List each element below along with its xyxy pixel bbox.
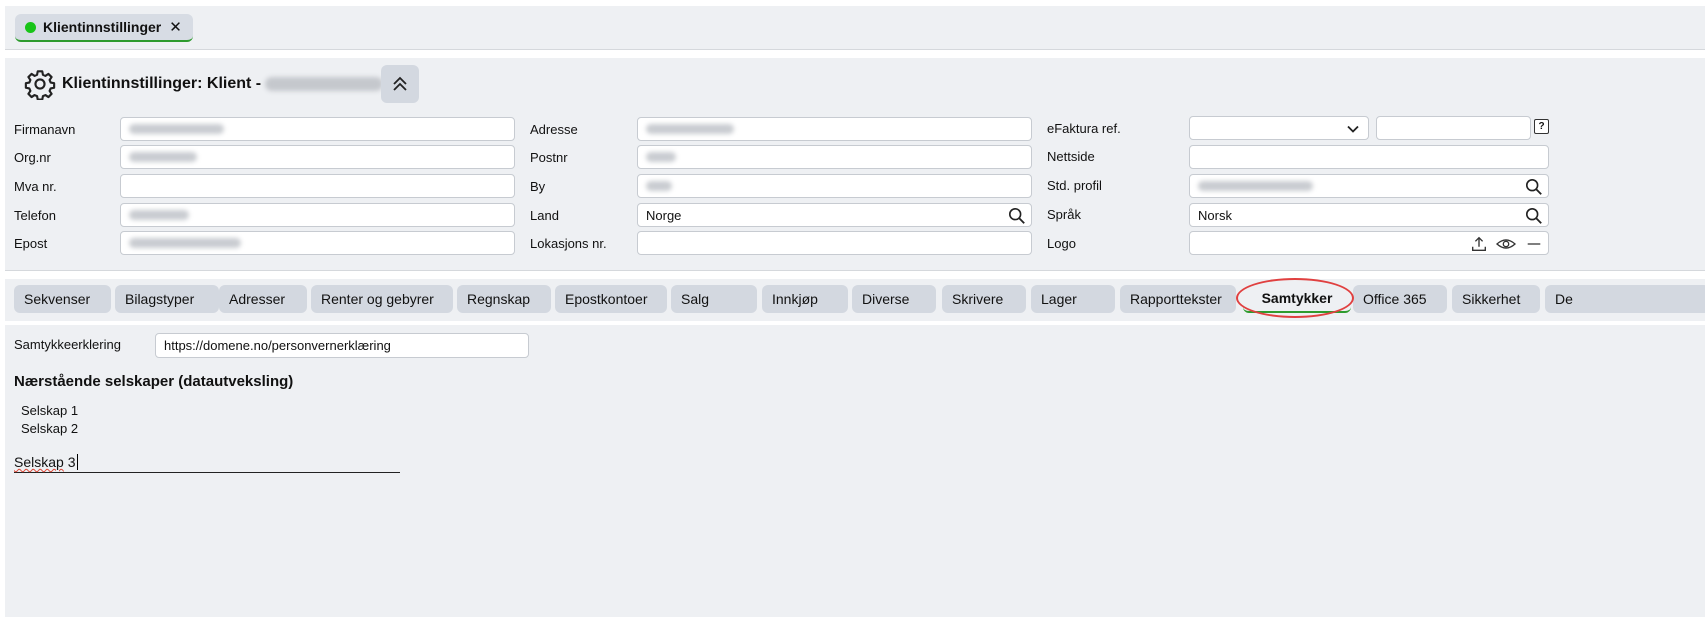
mva-field[interactable] <box>120 174 515 198</box>
land-label: Land <box>530 208 559 223</box>
consent-content-panel: Samtykkeerklering https://domene.no/pers… <box>5 325 1705 617</box>
consent-label: Samtykkeerklering <box>14 337 121 352</box>
tab-innkjop[interactable]: Innkjøp <box>762 285 848 313</box>
search-icon[interactable] <box>1008 207 1026 225</box>
epost-label: Epost <box>14 236 48 251</box>
epost-field[interactable] <box>120 231 515 255</box>
tab-skrivere[interactable]: Skrivere <box>942 285 1026 313</box>
settings-tab-bar: Sekvenser Bilagstyper Adresser Renter og… <box>5 279 1705 321</box>
efaktura-label: eFaktura ref. <box>1047 121 1121 136</box>
tab-sekvenser[interactable]: Sekvenser <box>14 285 111 313</box>
sprak-label: Språk <box>1047 207 1081 222</box>
by-field[interactable] <box>637 174 1032 198</box>
search-icon[interactable] <box>1525 207 1543 225</box>
page-title: Klientinnstillinger: Klient - <box>62 75 384 93</box>
by-label: By <box>530 179 546 194</box>
efaktura-select[interactable] <box>1189 116 1369 140</box>
lokasjon-field[interactable] <box>637 231 1032 255</box>
tab-lager[interactable]: Lager <box>1031 285 1115 313</box>
upload-icon[interactable] <box>1470 235 1488 253</box>
sprak-field[interactable]: Norsk <box>1189 203 1549 227</box>
chevron-down-icon <box>1347 125 1359 133</box>
tab-samtykker[interactable]: Samtykker <box>1243 285 1351 313</box>
help-icon[interactable]: ? <box>1534 119 1549 134</box>
redacted-value <box>646 181 672 191</box>
new-company-number: 3 <box>67 454 76 470</box>
nettside-label: Nettside <box>1047 149 1095 164</box>
land-value: Norge <box>646 207 682 223</box>
land-field[interactable]: Norge <box>637 203 1032 227</box>
consent-url-field[interactable]: https://domene.no/personvernerklæring <box>155 333 529 358</box>
status-dot-icon <box>25 21 36 33</box>
collapse-button[interactable] <box>381 65 419 103</box>
document-tab-label: Klientinnstillinger <box>43 19 162 35</box>
mva-label: Mva nr. <box>14 179 57 194</box>
page-title-text: Klientinnstillinger: Klient - <box>62 75 262 92</box>
new-company-word: Selskap <box>14 454 64 470</box>
redacted-value <box>1198 181 1313 191</box>
redacted-value <box>646 124 734 134</box>
tab-regnskap[interactable]: Regnskap <box>457 285 551 313</box>
adresse-field[interactable] <box>637 117 1032 141</box>
client-name-redacted <box>265 76 384 91</box>
tab-salg[interactable]: Salg <box>671 285 757 313</box>
redacted-value <box>646 152 676 162</box>
lokasjon-label: Lokasjons nr. <box>530 236 607 251</box>
client-header-panel: Klientinnstillinger: Klient - Firmanavn … <box>5 58 1705 271</box>
gear-icon <box>24 70 56 100</box>
tab-renter-og-gebyrer[interactable]: Renter og gebyrer <box>311 285 453 313</box>
logo-label: Logo <box>1047 236 1076 251</box>
adresse-label: Adresse <box>530 122 578 137</box>
new-company-input[interactable]: Selskap 3 <box>14 451 400 473</box>
tab-de[interactable]: De <box>1545 285 1705 313</box>
tab-office-365[interactable]: Office 365 <box>1353 285 1447 313</box>
list-item[interactable]: Selskap 1 <box>21 403 78 418</box>
close-icon[interactable]: ✕ <box>169 18 182 36</box>
telefon-label: Telefon <box>14 208 56 223</box>
tab-adresser[interactable]: Adresser <box>219 285 307 313</box>
logo-field[interactable] <box>1189 231 1549 255</box>
chevron-double-up-icon <box>393 76 407 91</box>
text-cursor <box>76 454 78 470</box>
eye-icon[interactable] <box>1496 235 1516 253</box>
search-icon[interactable] <box>1525 178 1543 196</box>
orgnr-label: Org.nr <box>14 150 51 165</box>
tab-sikkerhet[interactable]: Sikkerhet <box>1452 285 1540 313</box>
nettside-field[interactable] <box>1189 145 1549 169</box>
telefon-field[interactable] <box>120 203 515 227</box>
efaktura-ref-field[interactable] <box>1376 116 1531 140</box>
redacted-value <box>129 124 224 134</box>
redacted-value <box>129 210 189 220</box>
orgnr-field[interactable] <box>120 145 515 169</box>
list-item[interactable]: Selskap 2 <box>21 421 78 436</box>
tab-rapporttekster[interactable]: Rapporttekster <box>1120 285 1236 313</box>
tab-epostkontoer[interactable]: Epostkontoer <box>555 285 667 313</box>
redacted-value <box>129 238 241 248</box>
profil-field[interactable] <box>1189 174 1549 198</box>
document-tab[interactable]: Klientinnstillinger ✕ <box>15 14 193 42</box>
sprak-value: Norsk <box>1198 207 1232 223</box>
redacted-value <box>129 152 197 162</box>
tab-bilagstyper[interactable]: Bilagstyper <box>115 285 219 313</box>
postnr-label: Postnr <box>530 150 568 165</box>
minus-icon[interactable] <box>1525 235 1543 253</box>
firmanavn-label: Firmanavn <box>14 122 76 137</box>
profil-label: Std. profil <box>1047 178 1102 193</box>
related-companies-heading: Nærstående selskaper (datautveksling) <box>14 373 294 390</box>
document-tab-bar: Klientinnstillinger ✕ <box>5 6 1705 50</box>
postnr-field[interactable] <box>637 145 1032 169</box>
firmanavn-field[interactable] <box>120 117 515 141</box>
tab-diverse[interactable]: Diverse <box>852 285 936 313</box>
